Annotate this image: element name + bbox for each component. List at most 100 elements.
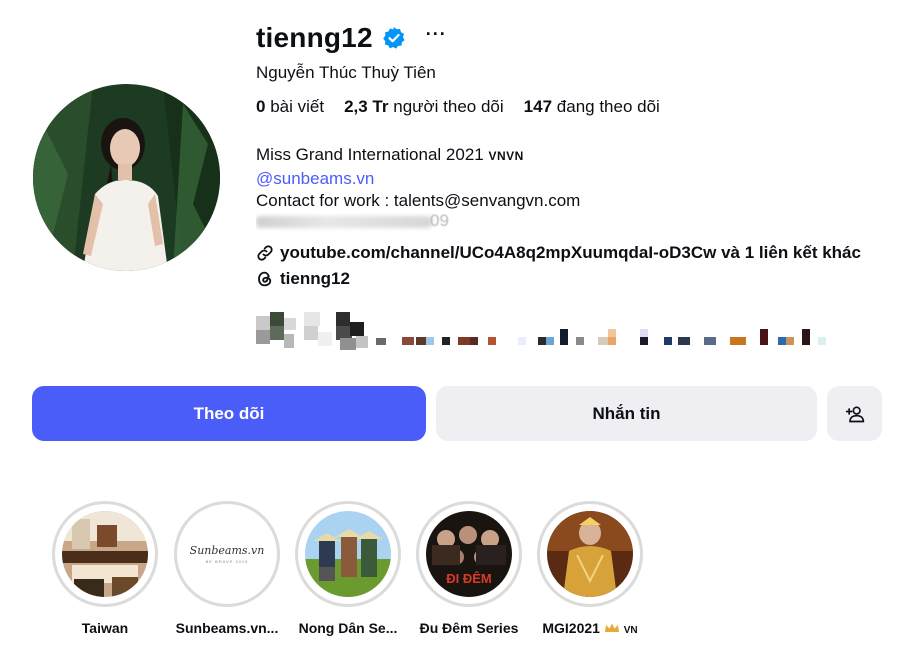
pixel-block bbox=[350, 322, 364, 336]
full-name: Nguyễn Thúc Thuỳ Tiên bbox=[256, 63, 436, 82]
followers-value: 2,3 Tr bbox=[344, 97, 389, 116]
pixel-block bbox=[426, 337, 434, 345]
pixel-block bbox=[518, 337, 526, 345]
highlight-cover bbox=[305, 511, 391, 597]
pixel-block bbox=[608, 337, 616, 345]
highlight-ring bbox=[52, 501, 158, 607]
highlight-ring: ĐI ĐÊM bbox=[416, 501, 522, 607]
highlight-label: Đu Đêm Series bbox=[419, 620, 519, 636]
pixel-block bbox=[786, 337, 794, 345]
message-button[interactable]: Nhắn tin bbox=[436, 386, 817, 441]
pixel-block bbox=[402, 337, 414, 345]
bio-phone-redacted: 09 bbox=[256, 213, 886, 231]
pixel-block bbox=[270, 312, 284, 326]
threads-link[interactable]: tienng12 bbox=[256, 267, 886, 291]
pixel-block bbox=[488, 337, 496, 345]
threads-handle: tienng12 bbox=[280, 268, 350, 288]
highlight-du-dem[interactable]: ĐI ĐÊM Đu Đêm Series bbox=[416, 501, 522, 636]
bio-mention-link[interactable]: @sunbeams.vn bbox=[256, 169, 374, 188]
pixel-block bbox=[284, 318, 296, 330]
follow-button[interactable]: Theo dõi bbox=[32, 386, 426, 441]
pixel-block bbox=[560, 329, 568, 345]
highlight-ring bbox=[295, 501, 401, 607]
pixelated-redaction bbox=[256, 312, 836, 352]
pixel-block bbox=[760, 329, 768, 345]
pixel-block bbox=[818, 337, 826, 345]
highlight-cover bbox=[62, 511, 148, 597]
highlight-label: Taiwan bbox=[81, 620, 129, 636]
pixel-block bbox=[318, 332, 332, 346]
pixel-block bbox=[304, 312, 320, 326]
highlight-cover bbox=[547, 511, 633, 597]
followers-label: người theo dõi bbox=[393, 97, 504, 116]
link-icon bbox=[257, 244, 273, 261]
pixel-block bbox=[458, 337, 470, 345]
pixel-block bbox=[538, 337, 546, 345]
highlight-label-suffix: VN bbox=[623, 625, 638, 636]
pixel-block bbox=[576, 337, 584, 345]
profile-avatar[interactable] bbox=[33, 84, 220, 271]
posts-value: 0 bbox=[256, 97, 266, 116]
highlight-label: Sunbeams.vn... bbox=[175, 620, 279, 636]
pixel-block bbox=[442, 337, 450, 345]
bio-line-title: Miss Grand International 2021 VNVN bbox=[256, 144, 886, 168]
posts-label: bài viết bbox=[270, 97, 325, 116]
bio-title-suffix: VNVN bbox=[488, 149, 524, 163]
pixel-block bbox=[270, 326, 284, 340]
pixel-block bbox=[608, 329, 616, 337]
profile-header: tienng12 ··· bbox=[256, 18, 886, 58]
pixel-block bbox=[340, 338, 356, 350]
pixel-block bbox=[704, 337, 716, 345]
highlight-cover: Sunbeams.vn BE BRAVE 2019 bbox=[184, 511, 270, 597]
suggest-users-button[interactable] bbox=[827, 386, 882, 441]
highlight-label: MGI2021 VN bbox=[537, 620, 643, 637]
highlight-cover: ĐI ĐÊM bbox=[426, 511, 512, 597]
external-link[interactable]: youtube.com/channel/UCo4A8q2mpXuumqdaI-o… bbox=[256, 241, 886, 265]
following-count[interactable]: 147 đang theo dõi bbox=[524, 97, 660, 117]
external-link-text: youtube.com/channel/UCo4A8q2mpXuumqdaI-o… bbox=[280, 242, 861, 262]
pixel-block bbox=[470, 337, 478, 345]
more-options-icon[interactable]: ··· bbox=[426, 25, 447, 43]
highlight-label: Nong Dân Se... bbox=[298, 620, 398, 636]
pixel-block bbox=[640, 329, 648, 337]
threads-icon bbox=[258, 271, 272, 286]
highlight-label-text: MGI2021 bbox=[542, 620, 600, 636]
pixel-block bbox=[376, 338, 386, 345]
pixel-block bbox=[730, 337, 746, 345]
posts-count: 0 bài viết bbox=[256, 97, 324, 117]
pixel-block bbox=[416, 337, 426, 345]
pixel-block bbox=[802, 329, 810, 345]
highlight-ring: Sunbeams.vn BE BRAVE 2019 bbox=[174, 501, 280, 607]
highlight-mgi2021[interactable]: MGI2021 VN bbox=[537, 501, 643, 637]
followers-count[interactable]: 2,3 Tr người theo dõi bbox=[344, 97, 504, 117]
pixel-block bbox=[640, 337, 648, 345]
highlight-nong-dan[interactable]: Nong Dân Se... bbox=[295, 501, 401, 636]
pixel-block bbox=[356, 336, 368, 348]
pixel-block bbox=[256, 330, 270, 344]
crown-icon bbox=[604, 621, 620, 637]
verified-badge-icon bbox=[382, 26, 406, 50]
du-dem-title: ĐI ĐÊM bbox=[446, 571, 492, 586]
profile-info: tienng12 ··· Nguyễn Thúc Thuỳ Tiên 0 bài… bbox=[256, 18, 886, 291]
sunbeams-logo-sub: BE BRAVE 2019 bbox=[205, 559, 249, 564]
pixel-block bbox=[678, 337, 690, 345]
pixel-block bbox=[546, 337, 554, 345]
redacted-block bbox=[256, 215, 432, 228]
pixel-block bbox=[336, 312, 350, 326]
bio-contact: Contact for work : talents@senvangvn.com bbox=[256, 191, 581, 210]
bio: Miss Grand International 2021 VNVN @sunb… bbox=[256, 144, 886, 231]
add-user-icon bbox=[845, 406, 864, 422]
following-label: đang theo dõi bbox=[556, 97, 660, 116]
bio-title: Miss Grand International 2021 bbox=[256, 145, 484, 164]
bio-phone-tail: 09 bbox=[430, 212, 449, 231]
pixel-block bbox=[664, 337, 672, 345]
following-value: 147 bbox=[523, 97, 553, 116]
sunbeams-logo: Sunbeams.vn bbox=[189, 544, 265, 557]
pixel-block bbox=[256, 316, 270, 330]
highlight-ring bbox=[537, 501, 643, 607]
pixel-block bbox=[284, 334, 294, 348]
highlight-sunbeams[interactable]: Sunbeams.vn BE BRAVE 2019 Sunbeams.vn... bbox=[174, 501, 280, 636]
pixel-block bbox=[304, 326, 318, 340]
username: tienng12 bbox=[256, 22, 373, 53]
highlight-taiwan[interactable]: Taiwan bbox=[52, 501, 158, 636]
